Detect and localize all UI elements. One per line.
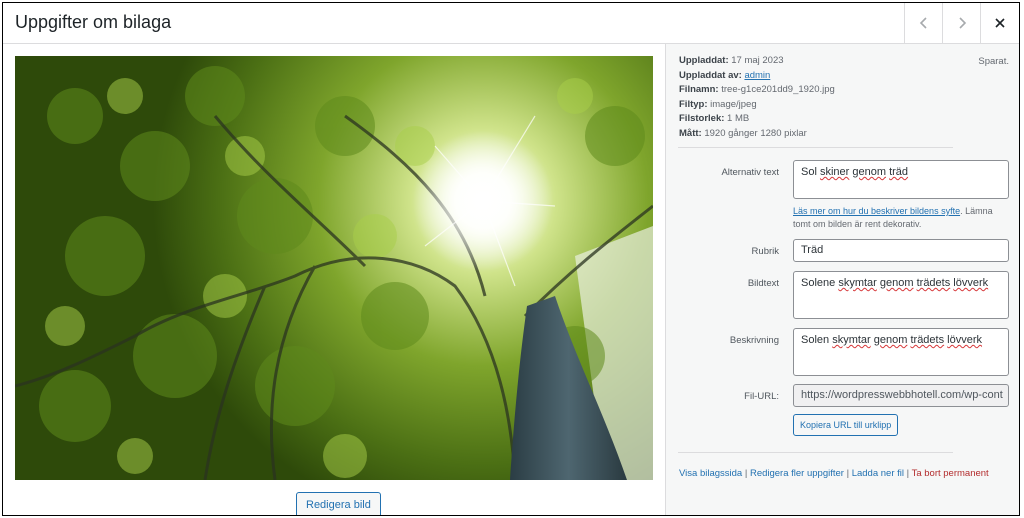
caption-word: trädets <box>916 277 951 289</box>
details-sidebar: Sparat. Uppladdat: 17 maj 2023 Uppladdat… <box>665 44 1019 515</box>
file-url-label: Fil-URL: <box>744 391 779 402</box>
divider <box>678 147 953 148</box>
delete-permanently-link[interactable]: Ta bort permanent <box>912 468 989 479</box>
uploaded-by-row: Uppladdat av: admin <box>679 69 835 84</box>
file-url-field[interactable]: https://wordpresswebbhotell.com/wp-cont <box>793 384 1009 407</box>
alt-text-label: Alternativ text <box>721 167 779 178</box>
edit-image-button[interactable]: Redigera bild <box>296 492 381 515</box>
caption-word: lövverk <box>953 277 989 289</box>
title-label: Rubrik <box>751 246 779 257</box>
filesize-label: Filstorlek: <box>679 113 725 124</box>
next-button[interactable] <box>942 3 981 43</box>
file-details: Uppladdat: 17 maj 2023 Uppladdat av: adm… <box>679 54 835 141</box>
filename-label: Filnamn: <box>679 84 719 95</box>
caption-word: genom <box>879 277 914 289</box>
chevron-right-icon <box>959 17 967 29</box>
copy-url-button[interactable]: Kopiera URL till urklipp <box>793 414 899 436</box>
alt-text-field[interactable]: Sol skiner genom träd <box>793 160 1009 199</box>
close-icon <box>995 18 1005 28</box>
alt-word: genom <box>852 166 887 178</box>
description-word: Solen <box>801 334 830 346</box>
alt-word: Sol <box>801 166 817 178</box>
view-attachment-page-link[interactable]: Visa bilagssida <box>679 468 742 479</box>
description-word: trädets <box>910 334 945 346</box>
separator: | <box>906 468 910 479</box>
close-button[interactable] <box>980 3 1019 43</box>
attachment-image <box>15 56 653 480</box>
filename-value: tree-g1ce201dd9_1920.jpg <box>721 84 835 95</box>
previous-button[interactable] <box>904 3 943 43</box>
caption-word: Solene <box>801 277 836 289</box>
filename-row: Filnamn: tree-g1ce201dd9_1920.jpg <box>679 83 835 98</box>
separator: | <box>744 468 748 479</box>
modal-header: Uppgifter om bilaga <box>3 3 1019 44</box>
filesize-value: 1 MB <box>727 113 750 124</box>
description-word: genom <box>873 334 908 346</box>
caption-label: Bildtext <box>747 278 779 289</box>
file-url-value: https://wordpresswebbhotell.com/wp-cont <box>801 389 1003 401</box>
title-field[interactable]: Träd <box>793 239 1009 262</box>
dimensions-label: Mått: <box>679 127 702 139</box>
description-word: skymtar <box>832 334 871 346</box>
attachment-details-modal: Uppgifter om bilaga Redigera bild Sparat… <box>2 2 1020 516</box>
alt-text-help: Läs mer om hur du beskriver bildens syft… <box>793 205 1009 231</box>
uploaded-label: Uppladdat: <box>679 55 729 66</box>
uploaded-row: Uppladdat: 17 maj 2023 <box>679 54 835 69</box>
uploaded-by-label: Uppladdat av: <box>679 69 742 81</box>
divider <box>678 452 953 453</box>
saved-status: Sparat. <box>978 56 1009 67</box>
description-field[interactable]: Solen skymtar genom trädets lövverk <box>793 328 1009 376</box>
dimensions-row: Mått: 1920 gånger 1280 pixlar <box>679 127 835 142</box>
image-preview-panel: Redigera bild <box>3 44 665 515</box>
author-link[interactable]: admin <box>744 70 770 81</box>
filetype-label: Filtyp: <box>679 98 708 110</box>
dimensions-value: 1920 gånger 1280 pixlar <box>704 127 807 139</box>
title-value: Träd <box>801 244 824 256</box>
attachment-actions: Visa bilagssida | Redigera fler uppgifte… <box>679 468 989 479</box>
separator: | <box>846 468 850 479</box>
filetype-value: image/jpeg <box>710 98 757 110</box>
download-file-link[interactable]: Ladda ner fil <box>852 468 904 479</box>
caption-field[interactable]: Solene skymtar genom trädets lövverk <box>793 271 1009 319</box>
edit-more-details-link[interactable]: Redigera fler uppgifter <box>750 468 844 479</box>
tree-photo <box>15 56 653 480</box>
description-label: Beskrivning <box>729 335 779 346</box>
caption-word: skymtar <box>838 277 877 289</box>
alt-text-help-link[interactable]: Läs mer om hur du beskriver bildens syft… <box>793 206 960 216</box>
modal-title: Uppgifter om bilaga <box>15 12 172 32</box>
alt-word: träd <box>889 166 909 178</box>
alt-word: skiner <box>819 166 850 178</box>
description-word: lövverk <box>947 334 983 346</box>
filesize-row: Filstorlek: 1 MB <box>679 112 835 127</box>
chevron-left-icon <box>919 17 927 29</box>
filetype-row: Filtyp: image/jpeg <box>679 98 835 113</box>
uploaded-value: 17 maj 2023 <box>731 55 784 66</box>
